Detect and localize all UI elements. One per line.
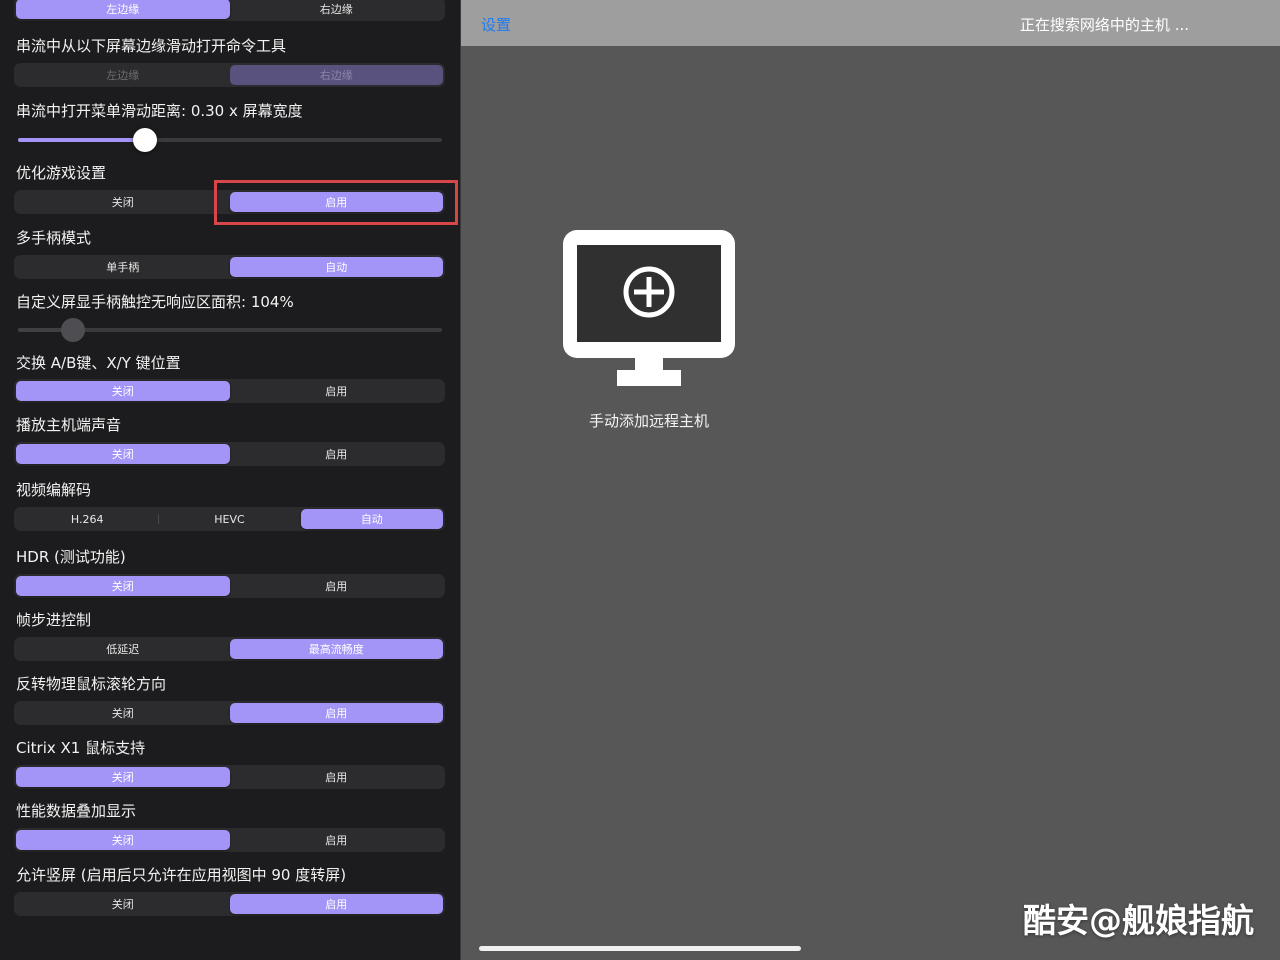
segment-option[interactable]: 低延迟 xyxy=(16,639,230,659)
segment-option[interactable]: 关闭 xyxy=(16,767,230,787)
highlight-box xyxy=(214,180,458,225)
segment-option[interactable]: 启用 xyxy=(230,767,444,787)
segment-option[interactable]: 关闭 xyxy=(16,576,230,596)
top-bar: 设置 正在搜索网络中的主机 ... xyxy=(461,0,1280,46)
segment-option[interactable]: 左边缘 xyxy=(16,0,230,19)
segment-option[interactable]: 启用 xyxy=(229,894,443,914)
segment-option[interactable]: 启用 xyxy=(230,576,444,596)
segment-option[interactable]: 关闭 xyxy=(16,830,230,850)
home-indicator xyxy=(479,946,801,951)
citrix-x1-segmented-control: 关闭 启用 xyxy=(14,765,445,789)
reverse-scroll-segmented-control: 关闭 启用 xyxy=(14,701,445,725)
top-edge-segmented-control: 左边缘 右边缘 xyxy=(14,0,445,21)
watermark: 酷安@舰娘指航 xyxy=(1023,901,1254,940)
video-codec-segmented-control: H.264 HEVC 自动 xyxy=(14,507,445,531)
portrait-title: 允许竖屏 (启用后只允许在应用视图中 90 度转屏) xyxy=(16,866,347,884)
perf-overlay-segmented-control: 关闭 启用 xyxy=(14,828,445,852)
portrait-segmented-control: 关闭 启用 xyxy=(14,892,445,916)
reverse-scroll-title: 反转物理鼠标滚轮方向 xyxy=(16,675,167,693)
slider-thumb[interactable] xyxy=(133,128,158,152)
add-host-button[interactable] xyxy=(561,228,737,392)
optimize-game-title: 优化游戏设置 xyxy=(16,164,107,182)
segment-option[interactable]: 启用 xyxy=(230,830,444,850)
perf-overlay-title: 性能数据叠加显示 xyxy=(16,802,137,820)
segment-option[interactable]: 关闭 xyxy=(16,192,230,212)
command-tool-edge-title: 串流中从以下屏幕边缘滑动打开命令工具 xyxy=(16,37,287,55)
settings-link[interactable]: 设置 xyxy=(481,14,511,35)
segment-option[interactable]: 关闭 xyxy=(16,381,230,401)
slider-fill xyxy=(18,138,146,142)
hdr-title: HDR (测试功能) xyxy=(16,548,126,566)
menu-swipe-distance-title: 串流中打开菜单滑动距离: 0.30 x 屏幕宽度 xyxy=(16,102,303,120)
add-host-label[interactable]: 手动添加远程主机 xyxy=(537,410,761,431)
frame-pacing-segmented-control: 低延迟 最高流畅度 xyxy=(14,637,445,661)
segment-option: 左边缘 xyxy=(106,69,140,82)
segment-option[interactable]: HEVC xyxy=(158,509,300,529)
swap-ab-xy-title: 交换 A/B键、X/Y 键位置 xyxy=(16,354,181,372)
monitor-plus-icon xyxy=(563,230,735,386)
segment-option[interactable]: 右边缘 xyxy=(230,0,444,19)
segment-option[interactable]: 启用 xyxy=(229,703,443,723)
command-tool-edge-segmented-control: 左边缘 右边缘 xyxy=(14,63,445,87)
segment-option[interactable]: 自动 xyxy=(300,509,443,529)
swap-ab-xy-segmented-control: 关闭 启用 xyxy=(14,379,445,403)
deadzone-slider xyxy=(18,318,442,342)
deadzone-title: 自定义屏显手柄触控无响应区面积: 104% xyxy=(16,293,294,311)
status-text: 正在搜索网络中的主机 ... xyxy=(1019,16,1189,34)
segment-option[interactable]: 单手柄 xyxy=(16,257,230,277)
citrix-x1-title: Citrix X1 鼠标支持 xyxy=(16,739,146,757)
segment-option[interactable]: 最高流畅度 xyxy=(229,639,443,659)
hdr-segmented-control: 关闭 启用 xyxy=(14,574,445,598)
segment-option[interactable]: 启用 xyxy=(230,444,444,464)
menu-swipe-distance-slider[interactable] xyxy=(18,128,442,152)
multi-controller-segmented-control: 单手柄 自动 xyxy=(14,255,445,279)
segment-option[interactable]: 关闭 xyxy=(16,894,230,914)
segment-option: 右边缘 xyxy=(229,65,443,85)
settings-panel: 左边缘 右边缘 串流中从以下屏幕边缘滑动打开命令工具 左边缘 右边缘 串流中打开菜单滑动距… xyxy=(0,0,461,960)
host-audio-segmented-control: 关闭 启用 xyxy=(14,442,445,466)
slider-thumb xyxy=(61,318,86,342)
multi-controller-title: 多手柄模式 xyxy=(16,229,92,247)
frame-pacing-title: 帧步进控制 xyxy=(16,611,92,629)
segment-option[interactable]: 关闭 xyxy=(16,444,230,464)
segment-option[interactable]: 启用 xyxy=(230,381,444,401)
segment-option[interactable]: H.264 xyxy=(16,509,158,529)
segment-option[interactable]: 关闭 xyxy=(16,703,230,723)
host-audio-title: 播放主机端声音 xyxy=(16,416,122,434)
segment-option[interactable]: 自动 xyxy=(229,257,443,277)
video-codec-title: 视频编解码 xyxy=(16,481,92,499)
